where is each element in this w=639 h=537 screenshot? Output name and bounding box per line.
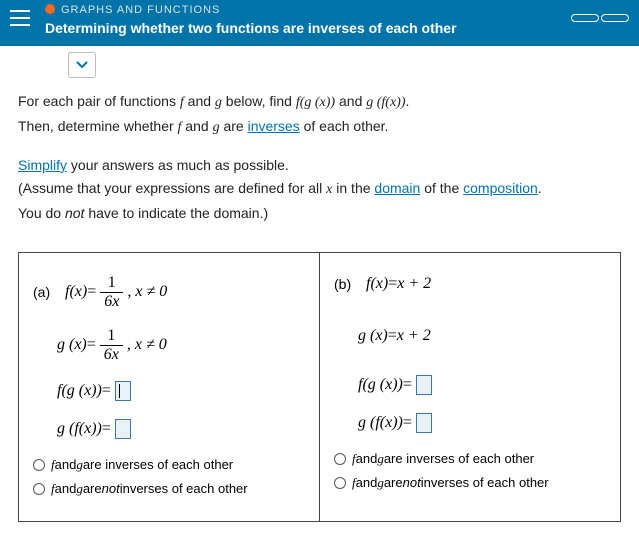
simplify-link[interactable]: Simplify <box>18 157 67 173</box>
radio-icon <box>334 477 346 489</box>
instr-line-5: You do not have to indicate the domain.) <box>18 202 621 226</box>
topic-title: Determining whether two functions are in… <box>45 20 571 36</box>
header-text: GRAPHS AND FUNCTIONS Determining whether… <box>45 0 571 36</box>
app-header: GRAPHS AND FUNCTIONS Determining whether… <box>0 0 639 46</box>
b-fgx-input[interactable] <box>416 375 432 395</box>
radio-icon <box>33 459 45 471</box>
problem-a: (a) f(x) = 16x , x ≠ 0 g (x) = 16x , x ≠… <box>19 253 319 521</box>
progress-bar <box>571 14 629 22</box>
b-gfx-row: g (f(x)) = <box>334 413 606 433</box>
b-gfx-input[interactable] <box>416 413 432 433</box>
fraction: 16x <box>100 328 123 363</box>
domain-link[interactable]: domain <box>374 180 420 196</box>
radio-icon <box>334 453 346 465</box>
b-radio-no[interactable]: f and g are not inverses of each other <box>334 475 606 491</box>
instr-line-1: For each pair of functions f and g below… <box>18 90 621 115</box>
section-name: GRAPHS AND FUNCTIONS <box>61 4 220 16</box>
problems-table: (a) f(x) = 16x , x ≠ 0 g (x) = 16x , x ≠… <box>18 252 621 522</box>
a-gx: g (x) = 16x , x ≠ 0 <box>33 328 305 363</box>
inverses-link[interactable]: inverses <box>248 118 300 134</box>
a-radio-no[interactable]: f and g are not inverses of each other <box>33 481 305 497</box>
b-fgx-row: f(g (x)) = <box>334 375 606 395</box>
fraction: 16x <box>100 275 123 310</box>
section-line: GRAPHS AND FUNCTIONS <box>45 0 571 18</box>
problem-b: (b) f(x) = x + 2 g (x) = x + 2 f(g (x)) … <box>319 253 620 521</box>
b-fx: (b) f(x) = x + 2 <box>334 275 606 293</box>
a-fgx-input[interactable] <box>115 381 131 401</box>
chevron-down-icon <box>76 61 88 69</box>
instr-line-4: (Assume that your expressions are define… <box>18 177 621 202</box>
instr-line-2: Then, determine whether f and g are inve… <box>18 115 621 140</box>
expand-button[interactable] <box>68 52 96 78</box>
a-fx: (a) f(x) = 16x , x ≠ 0 <box>33 275 305 310</box>
a-fgx-row: f(g (x)) = <box>33 381 305 401</box>
instructions: For each pair of functions f and g below… <box>0 78 639 238</box>
menu-icon[interactable] <box>10 10 30 26</box>
a-gfx-input[interactable] <box>115 419 131 439</box>
composition-link[interactable]: composition <box>463 180 538 196</box>
a-gfx-row: g (f(x)) = <box>33 419 305 439</box>
a-radio-yes[interactable]: f and g are inverses of each other <box>33 457 305 473</box>
b-gx: g (x) = x + 2 <box>334 327 606 345</box>
instr-line-3: Simplify your answers as much as possibl… <box>18 154 621 178</box>
radio-icon <box>33 483 45 495</box>
b-radio-yes[interactable]: f and g are inverses of each other <box>334 451 606 467</box>
section-dot-icon <box>45 4 55 14</box>
